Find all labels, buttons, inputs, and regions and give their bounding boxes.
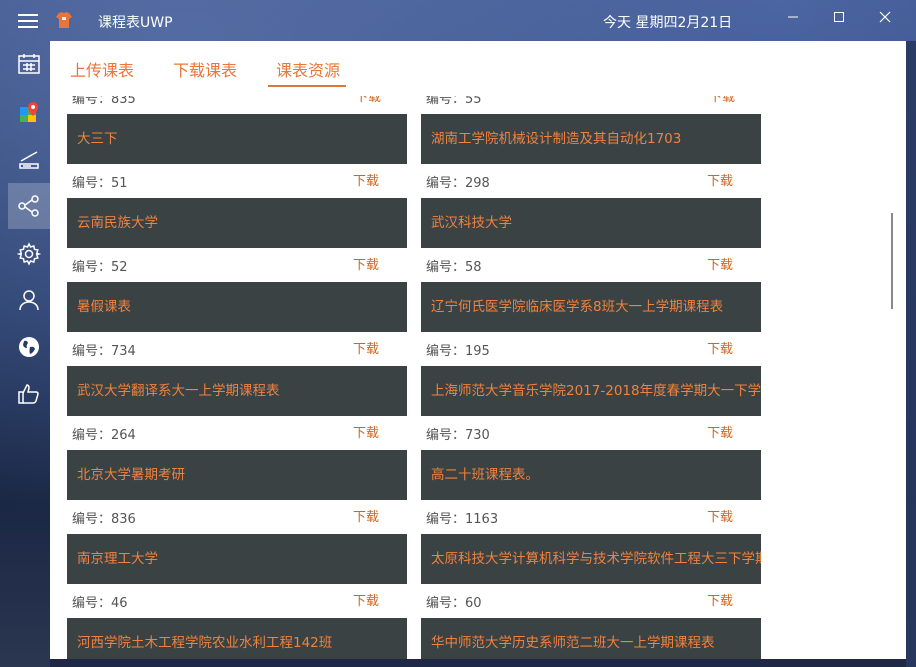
- tab-download[interactable]: 下载课表: [173, 57, 237, 81]
- sidebar-item-account[interactable]: [8, 277, 50, 323]
- hamburger-menu-icon[interactable]: [16, 10, 40, 32]
- resource-id: 编号：58: [426, 260, 482, 275]
- window-edge: [906, 41, 916, 667]
- download-button[interactable]: 下载: [353, 506, 379, 525]
- download-button[interactable]: 下载: [707, 170, 733, 189]
- calendar-icon: [18, 54, 40, 74]
- window-edge: [50, 659, 906, 667]
- resource-id: 编号：734: [72, 344, 136, 359]
- maximize-icon: [834, 12, 844, 22]
- resource-id: 编号：195: [426, 344, 490, 359]
- resource-card[interactable]: 武汉科技大学: [421, 198, 761, 248]
- resource-card[interactable]: 云南民族大学: [67, 198, 407, 248]
- resource-card[interactable]: 河西学院土木工程学院农业水利工程142班: [67, 618, 407, 659]
- resource-id: 编号：46: [72, 596, 128, 611]
- thumbs-up-icon: [18, 384, 39, 404]
- download-button[interactable]: 下载: [355, 96, 381, 105]
- user-icon: [19, 290, 39, 311]
- minimize-button[interactable]: [770, 0, 816, 34]
- globe-icon: [19, 337, 39, 357]
- resource-id: 编号：264: [72, 428, 136, 443]
- download-button[interactable]: 下载: [353, 422, 379, 441]
- vertical-scrollbar[interactable]: [891, 213, 893, 309]
- resource-card[interactable]: 华中师范大学历史系师范二班大一上学期课程表: [421, 618, 761, 659]
- download-button[interactable]: 下载: [353, 170, 379, 189]
- resource-card[interactable]: 暑假课表: [67, 282, 407, 332]
- download-button[interactable]: 下载: [707, 338, 733, 357]
- resource-card[interactable]: 上海师范大学音乐学院2017-2018年度春学期大一下学期课程表: [421, 366, 761, 416]
- sidebar-item-map[interactable]: [8, 89, 50, 135]
- tab-resources[interactable]: 课表资源: [276, 57, 340, 81]
- sidebar-item-like[interactable]: [8, 371, 50, 417]
- resource-card[interactable]: 南京理工大学: [67, 534, 407, 584]
- sidebar: [0, 41, 50, 667]
- gear-icon: [17, 242, 41, 266]
- resource-id: 编号：835: [72, 96, 136, 107]
- resource-id: 编号：298: [426, 176, 490, 191]
- share-icon: [18, 195, 39, 217]
- download-button[interactable]: 下载: [707, 590, 733, 609]
- resource-id: 编号：836: [72, 512, 136, 527]
- resource-card[interactable]: 湖南工学院机械设计制造及其自动化1703: [421, 114, 761, 164]
- download-button[interactable]: 下载: [707, 506, 733, 525]
- scanner-icon: [19, 151, 39, 169]
- download-button[interactable]: 下载: [353, 590, 379, 609]
- date-label: 今天 星期四2月21日: [603, 15, 733, 31]
- resource-grid: 编号：835 下载 编号：55 下载 大三下 湖南工学院机械设计制造及其自动化1…: [67, 96, 767, 659]
- download-button[interactable]: 下载: [353, 338, 379, 357]
- resource-card[interactable]: 武汉大学翻译系大一上学期课程表: [67, 366, 407, 416]
- app-logo-icon: [56, 12, 72, 28]
- sidebar-item-calendar[interactable]: [8, 41, 50, 87]
- resource-id: 编号：730: [426, 428, 490, 443]
- download-button[interactable]: 下载: [707, 254, 733, 273]
- sidebar-item-scanner[interactable]: [8, 137, 50, 183]
- close-button[interactable]: [862, 0, 908, 34]
- title-bar: 课程表UWP 今天 星期四2月21日: [0, 0, 916, 41]
- resource-card[interactable]: 大三下: [67, 114, 407, 164]
- download-button[interactable]: 下载: [707, 422, 733, 441]
- resource-card[interactable]: 太原科技大学计算机科学与技术学院软件工程大三下学期: [421, 534, 761, 584]
- maximize-button[interactable]: [816, 0, 862, 34]
- resource-card[interactable]: 高二十班课程表。: [421, 450, 761, 500]
- download-button[interactable]: 下载: [709, 96, 735, 105]
- resource-id: 编号：55: [426, 96, 482, 107]
- active-tab-indicator: [268, 85, 346, 87]
- resource-id: 编号：51: [72, 176, 128, 191]
- resource-card[interactable]: 辽宁何氏医学院临床医学系8班大一上学期课程表: [421, 282, 761, 332]
- app-title: 课程表UWP: [98, 15, 173, 31]
- tab-upload[interactable]: 上传课表: [70, 57, 134, 81]
- resource-card[interactable]: 北京大学暑期考研: [67, 450, 407, 500]
- minimize-icon: [788, 16, 798, 18]
- resource-id: 编号：1163: [426, 512, 499, 527]
- sidebar-item-web[interactable]: [8, 324, 50, 370]
- sidebar-item-share[interactable]: [8, 183, 50, 229]
- sidebar-item-settings[interactable]: [8, 231, 50, 277]
- download-button[interactable]: 下载: [353, 254, 379, 273]
- resource-id: 编号：60: [426, 596, 482, 611]
- resource-id: 编号：52: [72, 260, 128, 275]
- main-content: 上传课表 下载课表 课表资源 编号：835 下载 编号：55 下载 大三下 湖南…: [50, 41, 906, 659]
- map-pin-icon: [20, 102, 38, 122]
- close-icon: [879, 11, 891, 23]
